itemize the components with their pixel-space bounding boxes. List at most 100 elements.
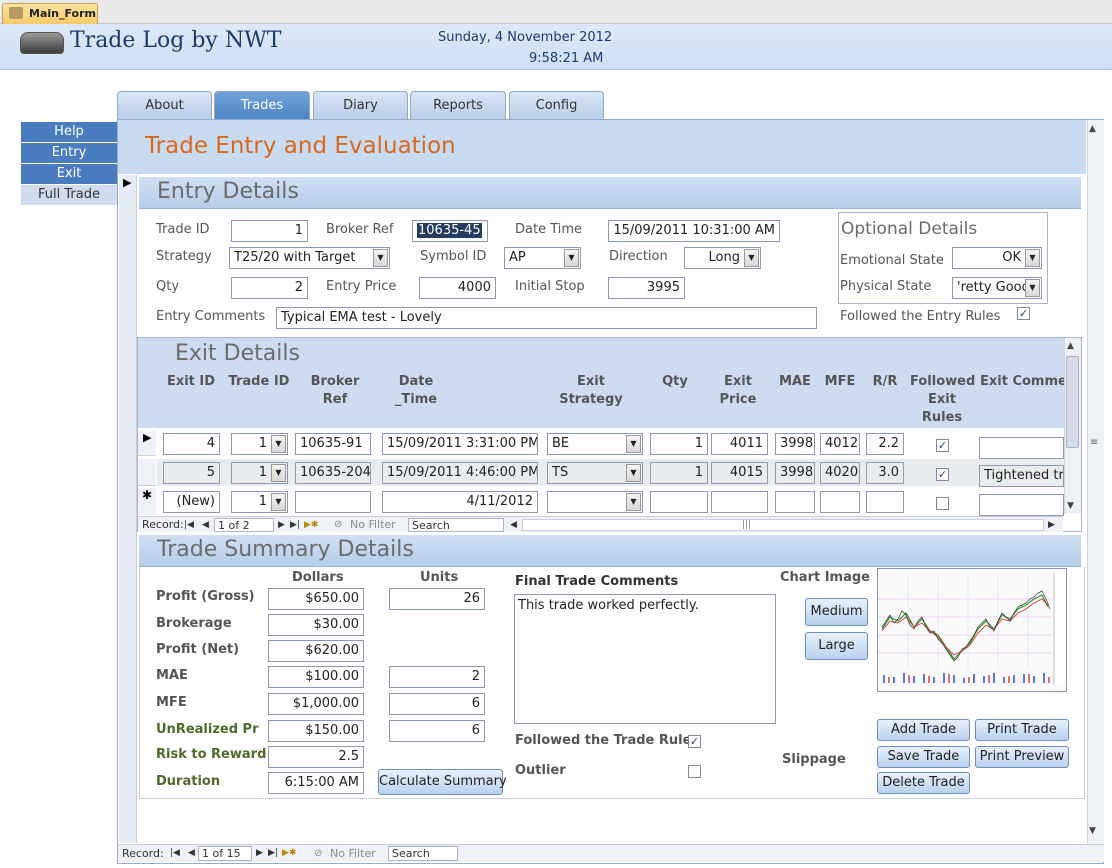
nav-exit-button[interactable]: Exit <box>21 164 117 184</box>
chevron-down-icon[interactable]: ▼ <box>626 435 641 453</box>
tab-trades[interactable]: Trades <box>214 91 310 120</box>
document-tab-main-form[interactable]: Main_Form <box>2 3 98 24</box>
mae-field[interactable]: $100.00 <box>268 666 364 688</box>
exit-row-qty[interactable]: 1 <box>650 433 708 455</box>
exit-row-datetime[interactable]: 15/09/2011 3:31:00 PM <box>382 433 538 455</box>
scroll-thumb[interactable] <box>1066 356 1079 448</box>
chevron-down-icon[interactable]: ▼ <box>271 435 286 453</box>
direction-select[interactable]: Long ▼ <box>684 247 761 269</box>
outlier-checkbox[interactable] <box>688 765 701 778</box>
symbol-select[interactable]: AP ▼ <box>504 247 581 269</box>
final-comments-field[interactable]: This trade worked perfectly. <box>514 594 776 724</box>
exit-row-mae[interactable]: 3998 <box>775 433 815 455</box>
tab-about[interactable]: About <box>117 91 212 120</box>
exit-row-broker-ref[interactable]: 10635-204 <box>295 462 371 484</box>
unrealized-field[interactable]: $150.00 <box>268 720 364 742</box>
search-input[interactable]: Search <box>388 846 458 861</box>
record-position-field[interactable]: 1 of 15 <box>198 846 252 861</box>
exit-new-trade-id[interactable]: 1 ▼ <box>231 491 288 513</box>
search-input[interactable]: Search <box>408 518 504 532</box>
duration-field[interactable]: 6:15:00 AM <box>268 772 364 794</box>
unrealized-units-field[interactable]: 6 <box>389 720 485 742</box>
qty-field[interactable]: 2 <box>231 277 308 299</box>
exit-row-mfe[interactable]: 4020 <box>820 462 860 484</box>
chevron-down-icon[interactable]: ▼ <box>373 249 388 267</box>
profit-gross-field[interactable]: $650.00 <box>268 588 364 610</box>
chevron-down-icon[interactable]: ▼ <box>626 493 641 511</box>
exit-row-datetime[interactable]: 15/09/2011 4:46:00 PM <box>382 462 538 484</box>
exit-new-qty[interactable] <box>650 491 708 513</box>
nav-full-trade-button[interactable]: Full Trade <box>21 185 117 205</box>
exit-new-strategy[interactable]: ▼ <box>547 491 643 513</box>
exit-new-exit-id[interactable]: (New) <box>163 491 220 513</box>
scroll-up-arrow-icon[interactable]: ▲ <box>1089 124 1096 134</box>
chevron-down-icon[interactable]: ▼ <box>271 493 286 511</box>
initial-stop-field[interactable]: 3995 <box>608 277 685 299</box>
mfe-field[interactable]: $1,000.00 <box>268 693 364 715</box>
physical-state-select[interactable]: 'retty Good ▼ <box>952 277 1042 299</box>
chevron-down-icon[interactable]: ▼ <box>626 464 641 482</box>
exit-new-followed-checkbox[interactable] <box>936 497 949 510</box>
nav-help-button[interactable]: Help <box>21 122 117 142</box>
scroll-up-arrow-icon[interactable]: ▲ <box>1067 341 1074 351</box>
followed-entry-rules-checkbox[interactable]: ✓ <box>1017 307 1030 320</box>
exit-new-comment[interactable] <box>979 494 1064 516</box>
exit-new-rr[interactable] <box>866 491 904 513</box>
no-filter-label[interactable]: No Filter <box>330 845 376 862</box>
mfe-units-field[interactable]: 6 <box>389 693 485 715</box>
exit-row-strategy[interactable]: TS ▼ <box>547 462 643 484</box>
scroll-down-arrow-icon[interactable]: ▼ <box>1067 501 1074 511</box>
exit-row-qty[interactable]: 1 <box>650 462 708 484</box>
exit-new-mae[interactable] <box>775 491 815 513</box>
first-record-icon[interactable]: |◀ <box>184 517 194 533</box>
datetime-field[interactable]: 15/09/2011 10:31:00 AM <box>608 220 780 242</box>
tab-reports[interactable]: Reports <box>410 91 506 120</box>
entry-comments-field[interactable]: Typical EMA test - Lovely <box>276 307 817 329</box>
exit-new-broker-ref[interactable] <box>295 491 371 513</box>
exit-row-comment[interactable]: Tightened tra <box>979 465 1064 487</box>
chevron-down-icon[interactable]: ▼ <box>1025 279 1040 297</box>
exit-row-strategy[interactable]: BE ▼ <box>547 433 643 455</box>
calculate-summary-button[interactable]: Calculate Summary <box>378 769 507 795</box>
exit-row-exit-id[interactable]: 4 <box>163 433 220 455</box>
exit-row-price[interactable]: 4011 <box>711 433 768 455</box>
next-record-icon[interactable]: ▶ <box>278 517 285 533</box>
risk-to-reward-field[interactable]: 2.5 <box>268 746 364 768</box>
mae-units-field[interactable]: 2 <box>389 666 485 688</box>
add-trade-button[interactable]: Add Trade <box>877 719 970 741</box>
tab-diary[interactable]: Diary <box>313 91 408 120</box>
last-record-icon[interactable]: ▶| <box>268 845 278 862</box>
exit-row-trade-id[interactable]: 1 ▼ <box>231 433 288 455</box>
exit-row-price[interactable]: 4015 <box>711 462 768 484</box>
prev-record-icon[interactable]: ◀ <box>188 845 195 862</box>
exit-row-rr[interactable]: 2.2 <box>866 433 904 455</box>
scroll-down-arrow-icon[interactable]: ▼ <box>1089 826 1096 836</box>
broker-ref-field[interactable]: 10635-45 <box>412 220 488 242</box>
strategy-select[interactable]: T25/20 with Target ▼ <box>229 247 390 269</box>
h-scroll-track[interactable] <box>522 519 1044 531</box>
save-trade-button[interactable]: Save Trade <box>877 746 970 768</box>
h-scroll-left-icon[interactable]: ◀ <box>510 517 517 533</box>
new-record-button-icon[interactable]: ▶✱ <box>282 845 296 862</box>
last-record-icon[interactable]: ▶| <box>290 517 300 533</box>
first-record-icon[interactable]: |◀ <box>170 845 180 862</box>
chevron-down-icon[interactable]: ▼ <box>564 249 579 267</box>
profit-net-field[interactable]: $620.00 <box>268 640 364 662</box>
exit-row-followed-checkbox[interactable]: ✓ <box>936 468 949 481</box>
no-filter-label[interactable]: No Filter <box>350 517 396 533</box>
exit-row-followed-checkbox[interactable]: ✓ <box>936 439 949 452</box>
exit-row-mae[interactable]: 3998 <box>775 462 815 484</box>
nav-entry-button[interactable]: Entry <box>21 143 117 163</box>
chevron-down-icon[interactable]: ▼ <box>271 464 286 482</box>
h-scroll-right-icon[interactable]: ▶ <box>1048 517 1055 533</box>
chevron-down-icon[interactable]: ▼ <box>744 249 759 267</box>
trade-id-field[interactable]: 1 <box>231 220 308 242</box>
exit-row-comment[interactable] <box>979 437 1064 459</box>
exit-row-trade-id[interactable]: 1 ▼ <box>231 462 288 484</box>
exit-row-mfe[interactable]: 4012 <box>820 433 860 455</box>
next-record-icon[interactable]: ▶ <box>256 845 263 862</box>
print-preview-button[interactable]: Print Preview <box>975 746 1069 768</box>
chevron-down-icon[interactable]: ▼ <box>1025 249 1040 267</box>
profit-gross-units-field[interactable]: 26 <box>389 588 485 610</box>
medium-chart-button[interactable]: Medium <box>805 598 868 626</box>
